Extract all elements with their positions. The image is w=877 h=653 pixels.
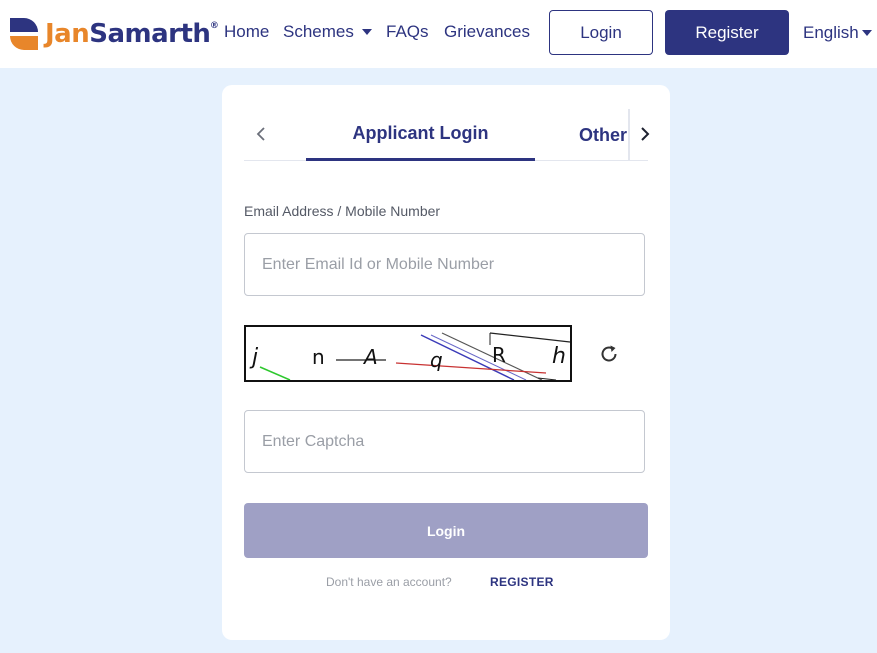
nav-schemes-label: Schemes: [283, 22, 354, 41]
caret-down-icon: [861, 30, 872, 36]
tab-next-button[interactable]: [640, 119, 656, 149]
nav-grievances[interactable]: Grievances: [444, 18, 530, 46]
captcha-image: j n A q R h: [244, 325, 572, 382]
captcha-char-6: h: [552, 344, 566, 369]
nav-schemes[interactable]: Schemes: [283, 18, 372, 46]
chevron-left-icon: [256, 127, 265, 141]
nav-faqs[interactable]: FAQs: [386, 18, 429, 46]
register-link[interactable]: REGISTER: [490, 575, 554, 589]
tab-other[interactable]: Other: [556, 109, 628, 161]
captcha-char-4: q: [430, 348, 443, 372]
captcha-input[interactable]: [244, 410, 645, 473]
captcha-char-5: R: [492, 343, 506, 367]
caret-down-icon: [361, 29, 372, 35]
logo-wordmark: JanSamarth ®: [45, 19, 219, 49]
logo-text-jan: Jan: [45, 19, 90, 49]
login-card: Applicant Login Other Email Address / Mo…: [222, 85, 670, 640]
captcha-char-3: A: [362, 345, 378, 369]
header-login-button[interactable]: Login: [549, 10, 653, 55]
language-selector[interactable]: English: [803, 20, 872, 46]
tab-applicant-login[interactable]: Applicant Login: [306, 109, 535, 161]
email-input[interactable]: [244, 233, 645, 296]
header-register-button[interactable]: Register: [665, 10, 789, 55]
captcha-char-1: j: [249, 345, 259, 370]
registered-mark: ®: [209, 21, 219, 31]
chevron-right-icon: [641, 127, 650, 141]
no-account-text: Don't have an account?: [326, 575, 452, 589]
refresh-captcha-button[interactable]: [598, 343, 620, 365]
top-header: JanSamarth ® Home Schemes FAQs Grievances…: [0, 0, 877, 68]
captcha-char-2: n: [312, 345, 325, 369]
login-button[interactable]: Login: [244, 503, 648, 558]
nav-home[interactable]: Home: [224, 18, 269, 46]
email-label: Email Address / Mobile Number: [244, 203, 441, 219]
logo-text-samarth: Samarth: [89, 19, 211, 49]
jansamarth-logo[interactable]: JanSamarth ®: [6, 10, 219, 58]
tab-prev-button[interactable]: [256, 119, 272, 149]
refresh-icon: [601, 345, 617, 362]
login-tabs: Applicant Login Other: [244, 109, 650, 161]
logo-mark-icon: [6, 14, 42, 54]
tab-divider: [628, 109, 630, 161]
language-label: English: [803, 23, 859, 42]
